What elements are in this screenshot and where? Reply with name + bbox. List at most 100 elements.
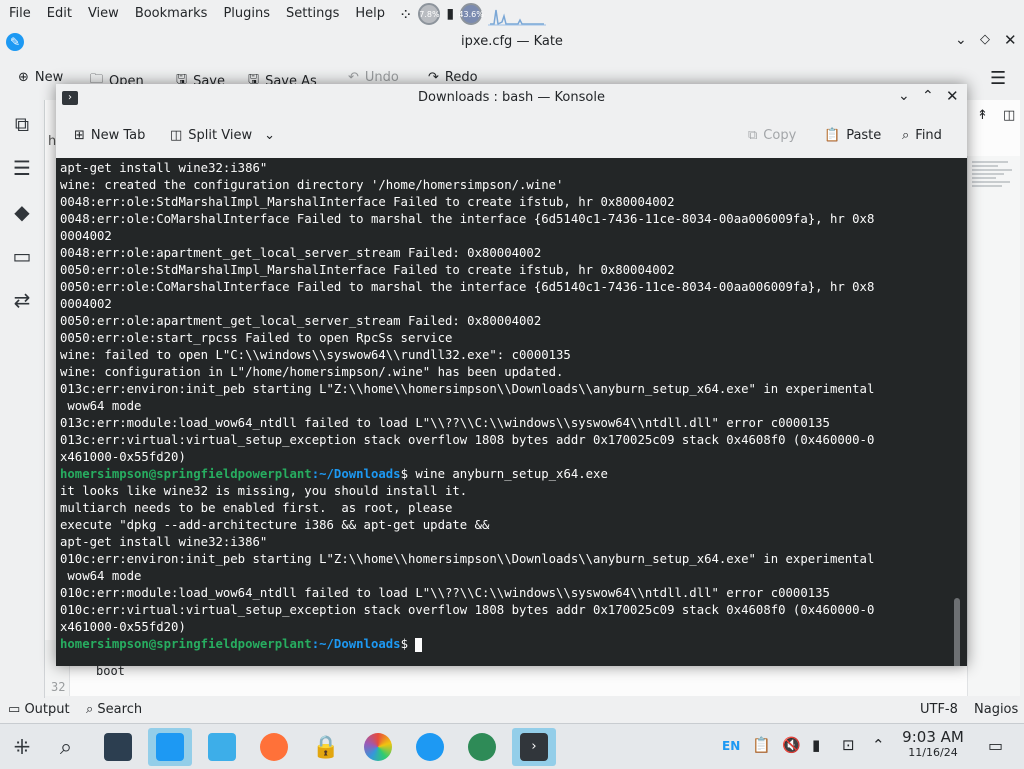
terminal-line: 0048:err:ole:StdMarshalImpl_MarshalInter… bbox=[60, 195, 675, 209]
battery-icon[interactable]: ▮ bbox=[812, 736, 820, 754]
clock-date: 11/16/24 bbox=[908, 746, 958, 759]
output-tab[interactable]: ▭ Output bbox=[8, 702, 70, 717]
show-desktop-icon[interactable]: ▭ bbox=[988, 736, 1003, 755]
redo-button[interactable]: ↷ Redo bbox=[428, 70, 478, 85]
terminal-line: 013c:err:module:load_wow64_ntdll failed … bbox=[60, 416, 830, 430]
battery-icon[interactable]: ▮ bbox=[446, 6, 454, 22]
terminal-line: apt-get install wine32:i386" bbox=[60, 535, 268, 549]
network-graph-icon[interactable] bbox=[488, 2, 547, 26]
new-tab-button[interactable]: ⊞ New Tab bbox=[74, 128, 145, 143]
menu-view[interactable]: View bbox=[80, 0, 127, 28]
minimize-icon[interactable]: ⌄ bbox=[898, 88, 910, 104]
terminal-cursor bbox=[415, 637, 423, 652]
clock[interactable]: 9:03 AM 11/16/24 bbox=[896, 728, 970, 760]
prompt-path: :~/Downloads bbox=[311, 637, 401, 651]
keyboard-layout-indicator[interactable]: EN bbox=[722, 739, 740, 753]
prompt-path: :~/Downloads bbox=[311, 467, 401, 481]
new-tab-label: New Tab bbox=[90, 128, 146, 143]
encoding-indicator[interactable]: UTF-8 bbox=[920, 702, 958, 717]
volume-muted-icon[interactable]: 🔇 bbox=[782, 736, 801, 754]
projects-icon[interactable]: ⇄ bbox=[10, 288, 34, 312]
close-icon[interactable]: ✕ bbox=[946, 87, 959, 105]
vm-manager-icon[interactable] bbox=[460, 728, 504, 766]
search-icon: ⌕ bbox=[86, 702, 94, 717]
konsole-titlebar[interactable]: › Downloads : bash — Konsole ⌄ ⌃ ✕ bbox=[56, 84, 967, 112]
find-label: Find bbox=[915, 128, 942, 143]
menu-edit[interactable]: Edit bbox=[39, 0, 80, 28]
editor-side-letter: h bbox=[48, 134, 57, 149]
cpu-load-label: 7.8% bbox=[418, 3, 441, 25]
output-label: Output bbox=[24, 702, 70, 717]
terminal-line: 0050:err:ole:CoMarshalInterface Failed t… bbox=[60, 280, 875, 294]
kate-taskbar-icon[interactable] bbox=[408, 728, 452, 766]
firefox-icon[interactable] bbox=[252, 728, 296, 766]
minimize-icon[interactable]: ⌄ bbox=[955, 32, 967, 48]
search-icon[interactable]: ⌕ bbox=[44, 728, 88, 766]
taskbar: ⁜ ⌕ 🔒 › EN 📋 🔇 ▮ ⊡ ⌃ 9:03 AM 11/16/24 ▭ bbox=[0, 723, 1024, 769]
file-manager-icon[interactable] bbox=[200, 728, 244, 766]
redo-label: Redo bbox=[444, 70, 478, 85]
kate-sidebar: ⧉ ☰ ◆ ▭ ⇄ bbox=[0, 100, 45, 700]
activity-dots-icon[interactable]: ⁘ bbox=[399, 5, 412, 24]
prompt-symbol: $ bbox=[400, 467, 416, 481]
search-tab[interactable]: ⌕ Search bbox=[86, 702, 142, 717]
maximize-icon[interactable]: ⌃ bbox=[922, 88, 934, 104]
documents-icon[interactable]: ⧉ bbox=[10, 112, 34, 136]
discover-store-icon[interactable] bbox=[148, 728, 192, 766]
undo-icon: ↶ bbox=[348, 70, 359, 85]
terminal-view[interactable]: apt-get install wine32:i386" wine: create… bbox=[56, 158, 967, 666]
syntax-mode-indicator[interactable]: Nagios bbox=[974, 702, 1018, 717]
paste-button[interactable]: 📋 Paste bbox=[824, 128, 881, 143]
search-label: Search bbox=[97, 702, 143, 717]
terminal-line: 0048:err:ole:apartment_get_local_server_… bbox=[60, 246, 542, 260]
network-icon[interactable]: ⊡ bbox=[842, 736, 855, 754]
terminal-line: multiarch needs to be enabled first. as … bbox=[60, 501, 453, 515]
find-icon: ⌕ bbox=[902, 128, 910, 143]
minimap[interactable] bbox=[967, 156, 1020, 696]
split-editor-icon[interactable]: ◫ bbox=[1003, 108, 1015, 123]
konsole-taskbar-icon[interactable]: › bbox=[512, 728, 556, 766]
symbols-list-icon[interactable]: ☰ bbox=[10, 156, 34, 180]
redo-icon: ↷ bbox=[428, 70, 439, 85]
maximize-icon[interactable]: ◇ bbox=[980, 32, 990, 47]
kate-titlebar[interactable]: ✎ ipxe.cfg — Kate ⌄ ◇ ✕ bbox=[0, 28, 1024, 56]
find-button[interactable]: ⌕ Find bbox=[902, 128, 942, 143]
undo-button[interactable]: ↶ Undo bbox=[348, 70, 399, 85]
memory-usage-widget[interactable]: 43.6% bbox=[458, 3, 484, 25]
system-settings-icon[interactable] bbox=[96, 728, 140, 766]
konsole-window[interactable]: › Downloads : bash — Konsole ⌄ ⌃ ✕ ⊞ New … bbox=[56, 84, 967, 666]
menu-settings[interactable]: Settings bbox=[278, 0, 347, 28]
kate-window-title: ipxe.cfg — Kate bbox=[461, 34, 563, 49]
hamburger-menu-icon[interactable]: ☰ bbox=[990, 68, 1006, 89]
new-button[interactable]: ⊕ New bbox=[18, 70, 63, 85]
git-icon[interactable]: ◆ bbox=[10, 200, 34, 224]
menu-bookmarks[interactable]: Bookmarks bbox=[127, 0, 216, 28]
cpu-load-widget[interactable]: 7.8% bbox=[418, 3, 441, 25]
copy-button[interactable]: ⧉ Copy bbox=[748, 128, 796, 143]
previous-change-icon[interactable]: ↟ bbox=[977, 108, 988, 123]
lock-icon[interactable]: 🔒 bbox=[304, 728, 348, 766]
terminal-line: 0004002 bbox=[60, 229, 112, 243]
app-launcher-icon[interactable]: ⁜ bbox=[0, 728, 44, 766]
terminal-line: wow64 mode bbox=[60, 569, 142, 583]
split-view-button[interactable]: ◫ Split View ⌄ bbox=[170, 128, 275, 143]
close-icon[interactable]: ✕ bbox=[1004, 31, 1017, 49]
chevron-up-icon[interactable]: ⌃ bbox=[872, 736, 885, 754]
prompt-user: homersimpson@springfieldpowerplant bbox=[60, 637, 312, 651]
menu-plugins[interactable]: Plugins bbox=[215, 0, 278, 28]
terminal-line: 0048:err:ole:CoMarshalInterface Failed t… bbox=[60, 212, 875, 226]
terminal-scrollbar[interactable] bbox=[954, 598, 960, 666]
copy-label: Copy bbox=[763, 128, 797, 143]
terminal-line: 010c:err:module:load_wow64_ntdll failed … bbox=[60, 586, 830, 600]
terminal-line: x461000-0x55fd20) bbox=[60, 620, 186, 634]
terminal-line: 0050:err:ole:apartment_get_local_server_… bbox=[60, 314, 542, 328]
clipboard-icon[interactable]: 📋 bbox=[752, 736, 771, 754]
folder-icon[interactable]: ▭ bbox=[10, 244, 34, 268]
terminal-line: x461000-0x55fd20) bbox=[60, 450, 186, 464]
terminal-output: apt-get install wine32:i386" wine: create… bbox=[60, 160, 950, 653]
menu-file[interactable]: File bbox=[0, 0, 39, 28]
terminal-line: wow64 mode bbox=[60, 399, 142, 413]
paste-icon: 📋 bbox=[824, 128, 841, 143]
color-palette-icon[interactable] bbox=[356, 728, 400, 766]
menu-help[interactable]: Help bbox=[347, 0, 393, 28]
